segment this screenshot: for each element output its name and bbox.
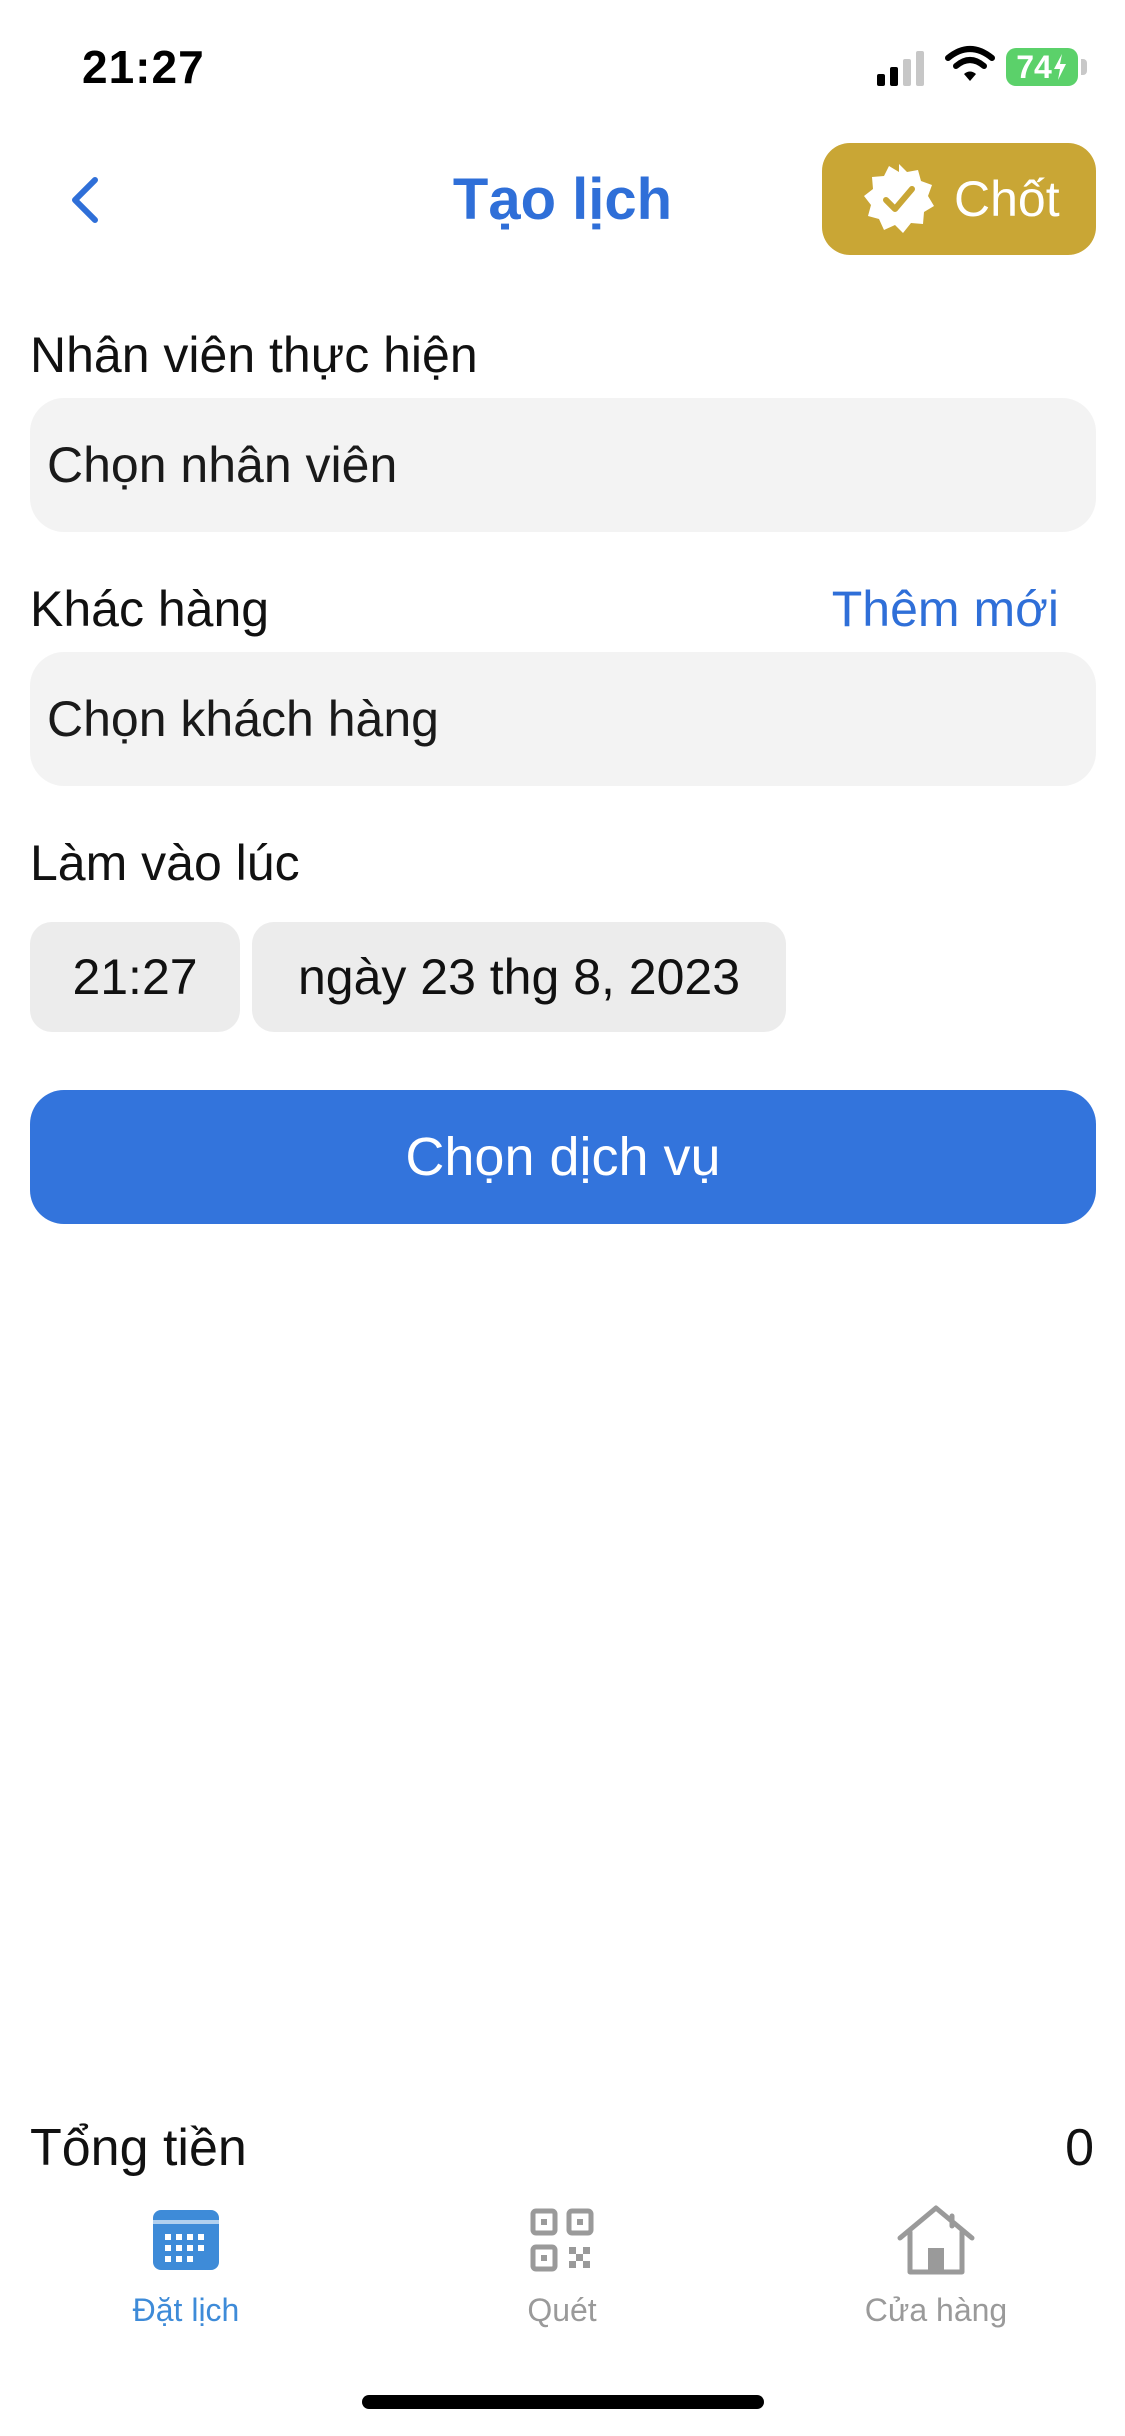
- tab-scan-label: Quét: [527, 2292, 597, 2328]
- tab-booking-label: Đặt lịch: [132, 2292, 240, 2328]
- status-time: 21:27: [82, 41, 205, 93]
- wifi-icon: [945, 44, 995, 89]
- total-label: Tổng tiền: [30, 2119, 247, 2177]
- staff-select-value: Chọn nhân viên: [47, 437, 398, 493]
- date-picker[interactable]: ngày 23 thg 8, 2023: [252, 922, 786, 1032]
- chevron-left-icon: [72, 177, 98, 223]
- confirm-label: Chốt: [954, 171, 1060, 227]
- calendar-icon: [146, 2200, 226, 2280]
- confirm-button[interactable]: Chốt: [822, 143, 1096, 255]
- cellular-signal-icon: [877, 48, 927, 93]
- choose-service-button[interactable]: Chọn dịch vụ: [30, 1090, 1096, 1224]
- tab-booking[interactable]: Đặt lịch: [36, 2200, 336, 2329]
- time-label: Làm vào lúc: [30, 835, 300, 891]
- time-picker[interactable]: 21:27: [30, 922, 240, 1032]
- qr-code-icon: [522, 2200, 602, 2280]
- customer-select-value: Chọn khách hàng: [47, 691, 439, 747]
- home-icon: [896, 2200, 976, 2280]
- staff-label: Nhân viên thực hiện: [30, 327, 478, 383]
- status-bar: 21:27 74: [0, 0, 1125, 130]
- customer-label: Khác hàng: [30, 581, 270, 637]
- tab-store[interactable]: Cửa hàng: [786, 2200, 1086, 2329]
- customer-select[interactable]: Chọn khách hàng: [30, 652, 1096, 786]
- staff-select[interactable]: Chọn nhân viên: [30, 398, 1096, 532]
- home-indicator: [362, 2395, 764, 2409]
- tab-bar: Đặt lịch Quét Cửa hàng: [0, 2200, 1125, 2340]
- battery-indicator: 74: [1006, 48, 1078, 86]
- charging-bolt-icon: [1053, 54, 1066, 80]
- tab-store-label: Cửa hàng: [864, 2292, 1008, 2328]
- tab-scan[interactable]: Quét: [412, 2200, 712, 2329]
- battery-level: 74: [1016, 48, 1052, 85]
- nav-bar: Tạo lịch Chốt: [0, 140, 1125, 260]
- back-button[interactable]: [55, 170, 115, 230]
- add-new-customer-link[interactable]: Thêm mới: [832, 580, 1059, 638]
- battery-cap: [1081, 59, 1087, 75]
- total-value: 0: [1065, 2119, 1094, 2177]
- verified-badge-icon: [864, 164, 934, 233]
